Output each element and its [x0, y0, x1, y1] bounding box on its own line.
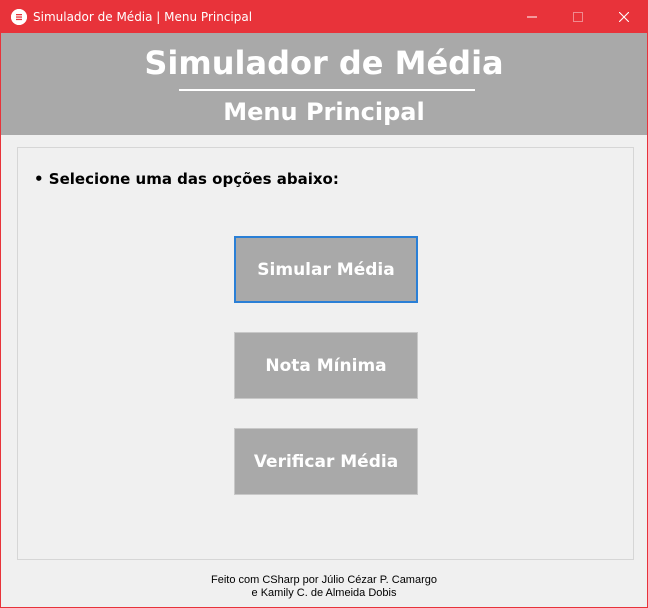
minimize-icon	[527, 16, 537, 18]
footer-line-1: Feito com CSharp por Júlio Cézar P. Cama…	[210, 574, 437, 586]
app-window: Simulador de Média | Menu Principal Simu…	[0, 0, 648, 608]
list-icon	[11, 9, 27, 25]
title-divider	[179, 89, 475, 91]
nota-minima-button[interactable]: Nota Mínima	[234, 332, 418, 399]
close-button[interactable]	[601, 1, 647, 33]
simular-media-button[interactable]: Simular Média	[234, 236, 418, 303]
verificar-media-button[interactable]: Verificar Média	[234, 428, 418, 495]
page-subtitle: Menu Principal	[223, 98, 425, 126]
footer-line-2: e Kamily C. de Almeida Dobis	[251, 587, 397, 599]
maximize-icon	[573, 12, 583, 22]
close-icon	[619, 12, 629, 22]
footer-credits: Feito com CSharp por Júlio Cézar P. Cama…	[1, 574, 647, 600]
options-panel: • Selecione uma das opções abaixo: Simul…	[17, 147, 634, 560]
maximize-button[interactable]	[555, 1, 601, 33]
title-bar[interactable]: Simulador de Média | Menu Principal	[1, 1, 647, 33]
instruction-label: • Selecione uma das opções abaixo:	[34, 170, 339, 188]
minimize-button[interactable]	[509, 1, 555, 33]
header-banner: Simulador de Média Menu Principal	[1, 33, 647, 135]
page-title: Simulador de Média	[144, 44, 504, 82]
window-title: Simulador de Média | Menu Principal	[33, 10, 253, 24]
